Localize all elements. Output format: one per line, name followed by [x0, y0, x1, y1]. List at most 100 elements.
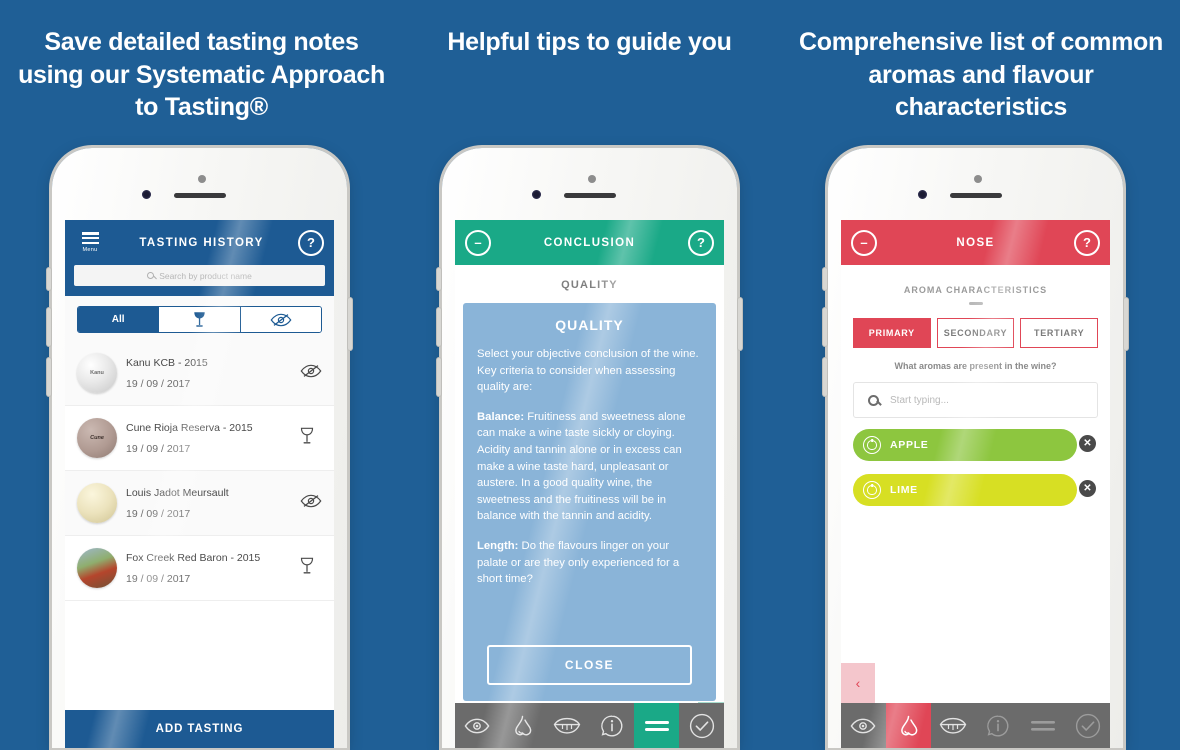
- row-name: Kanu KCB - 2015: [126, 356, 208, 369]
- help-button[interactable]: ?: [298, 229, 324, 256]
- row-meta: Kanu KCB - 2015 19 / 09 / 2017: [126, 357, 291, 390]
- table-row[interactable]: Louis Jadot Meursault 19 / 09 / 2017: [65, 471, 334, 536]
- app-bar: – NOSE ?: [841, 220, 1110, 265]
- aroma-search-input[interactable]: Start typing...: [853, 382, 1098, 418]
- info-bubble-icon: [601, 714, 623, 736]
- filter-all-tab[interactable]: All: [78, 307, 160, 332]
- help-button[interactable]: ?: [688, 229, 714, 256]
- screen-conclusion: – CONCLUSION ? QUALITY QUALITY Select yo…: [455, 220, 724, 748]
- table-row[interactable]: Cune Cune Rioja Reserva - 2015 19 / 09 /…: [65, 406, 334, 471]
- phone-proximity-sensor: [197, 175, 206, 183]
- conclusion-body: QUALITY QUALITY Select your objective co…: [455, 265, 724, 748]
- phone-mockup-conclusion: – CONCLUSION ? QUALITY QUALITY Select yo…: [437, 148, 742, 748]
- eye-icon: [850, 718, 876, 733]
- tooltip-body-balance: Fruitiness and sweetness alone can make …: [477, 410, 686, 523]
- nav-nose-tab[interactable]: [500, 703, 545, 748]
- app-bar: Menu TASTING HISTORY ?: [65, 220, 334, 265]
- tab-secondary[interactable]: SECONDARY: [936, 318, 1015, 348]
- phone-volume-down-button: [47, 358, 51, 396]
- nose-body: AROMA CHARACTERISTICS PRIMARY SECONDARY …: [841, 265, 1110, 748]
- nav-submit-tab[interactable]: [1065, 703, 1110, 748]
- tab-primary[interactable]: PRIMARY: [853, 318, 931, 348]
- nav-info-tab[interactable]: [975, 703, 1020, 748]
- nav-eye-tab[interactable]: [841, 703, 886, 748]
- row-status-icon: [300, 427, 322, 450]
- aroma-chip-lime[interactable]: LIME: [853, 474, 1077, 506]
- column-heading-2: Helpful tips to guide you: [447, 28, 732, 56]
- bottom-navigation: [841, 703, 1110, 748]
- wine-glass-icon: [194, 312, 205, 327]
- phone-front-camera: [531, 190, 541, 199]
- tooltip-paragraph-3: Length: Do the flavours linger on your p…: [477, 538, 702, 588]
- equals-conclusion-icon: [1030, 720, 1055, 731]
- close-button[interactable]: CLOSE: [487, 645, 692, 685]
- tooltip-arrow: [660, 303, 694, 304]
- nav-submit-tab[interactable]: [679, 703, 724, 748]
- nav-mouth-tab[interactable]: [931, 703, 976, 748]
- row-status-icon: [300, 364, 322, 383]
- row-name: Cune Rioja Reserva - 2015: [126, 421, 253, 434]
- blind-eye-icon: [300, 364, 322, 377]
- nav-conclusion-tab[interactable]: [634, 703, 680, 748]
- apple-icon: [863, 436, 881, 454]
- filter-segmented-control[interactable]: All: [77, 306, 322, 333]
- help-button[interactable]: ?: [1074, 229, 1100, 256]
- nav-conclusion-tab[interactable]: [1020, 703, 1065, 748]
- phone-volume-up-button: [47, 308, 51, 346]
- tasting-history-header: Menu TASTING HISTORY ? Search by product…: [65, 220, 334, 296]
- row-meta: Cune Rioja Reserva - 2015 19 / 09 / 2017: [126, 422, 291, 455]
- blind-eye-icon: [300, 494, 322, 507]
- phone-silent-switch: [823, 268, 827, 290]
- tooltip-paragraph-2: Balance: Fruitiness and sweetness alone …: [477, 409, 702, 525]
- filter-segment-wrap: All: [65, 296, 334, 341]
- app-bar: – CONCLUSION ?: [455, 220, 724, 265]
- phone-front-camera: [917, 190, 927, 199]
- row-name: Louis Jadot Meursault: [126, 486, 229, 499]
- section-heading-behind: QUALITY: [561, 279, 618, 291]
- page-title: TASTING HISTORY: [139, 236, 264, 249]
- avatar: Kanu: [77, 353, 117, 393]
- search-placeholder: Start typing...: [890, 394, 949, 406]
- nav-mouth-tab[interactable]: [545, 703, 590, 748]
- phone-silent-switch: [47, 268, 51, 290]
- phone-mockup-tasting-history: Menu TASTING HISTORY ? Search by product…: [47, 148, 352, 748]
- avatar: [77, 548, 117, 588]
- back-button[interactable]: ‹: [841, 663, 875, 703]
- blind-eye-icon: [270, 313, 292, 326]
- mouth-icon: [553, 717, 581, 734]
- equals-conclusion-icon: [644, 720, 669, 731]
- nav-nose-tab[interactable]: [885, 703, 931, 748]
- table-row[interactable]: Fox Creek Red Baron - 2015 19 / 09 / 201…: [65, 536, 334, 601]
- phone-volume-up-button: [437, 308, 441, 346]
- avatar: [77, 483, 117, 523]
- add-tasting-button[interactable]: ADD TASTING: [65, 710, 334, 748]
- nav-info-tab[interactable]: [589, 703, 634, 748]
- minimize-button[interactable]: –: [851, 229, 877, 256]
- search-input[interactable]: Search by product name: [74, 265, 325, 286]
- help-tooltip: QUALITY Select your objective conclusion…: [463, 303, 716, 701]
- row-status-icon: [300, 557, 322, 580]
- check-circle-icon: [1075, 713, 1100, 738]
- aroma-chip-apple[interactable]: APPLE: [853, 429, 1077, 461]
- phone-power-button: [348, 298, 352, 350]
- remove-chip-apple-button[interactable]: ✕: [1079, 435, 1096, 452]
- nav-eye-tab[interactable]: [455, 703, 500, 748]
- column-heading-1: Save detailed tasting notes using our Sy…: [18, 28, 385, 121]
- menu-button[interactable]: Menu: [75, 232, 105, 253]
- search-placeholder: Search by product name: [159, 270, 252, 281]
- tooltip-paragraph-1: Select your objective conclusion of the …: [477, 348, 699, 394]
- tab-tertiary[interactable]: TERTIARY: [1020, 318, 1099, 348]
- remove-chip-lime-button[interactable]: ✕: [1079, 480, 1096, 497]
- mouth-icon: [939, 717, 967, 734]
- tooltip-title: QUALITY: [555, 317, 624, 333]
- filter-blind-tab[interactable]: [240, 307, 321, 332]
- filter-wine-tab[interactable]: [159, 307, 241, 332]
- avatar-label: Kanu: [90, 370, 104, 376]
- minimize-button[interactable]: –: [465, 229, 491, 256]
- chip-label: APPLE: [890, 439, 929, 451]
- phone-power-button: [1124, 298, 1128, 350]
- question-label: What aromas are present in the wine?: [894, 361, 1057, 371]
- table-row[interactable]: Kanu Kanu KCB - 2015 19 / 09 / 2017: [65, 341, 334, 406]
- chip-row: APPLE ✕ LIME ✕: [853, 429, 1098, 506]
- row-date: 19 / 09 / 2017: [126, 507, 191, 520]
